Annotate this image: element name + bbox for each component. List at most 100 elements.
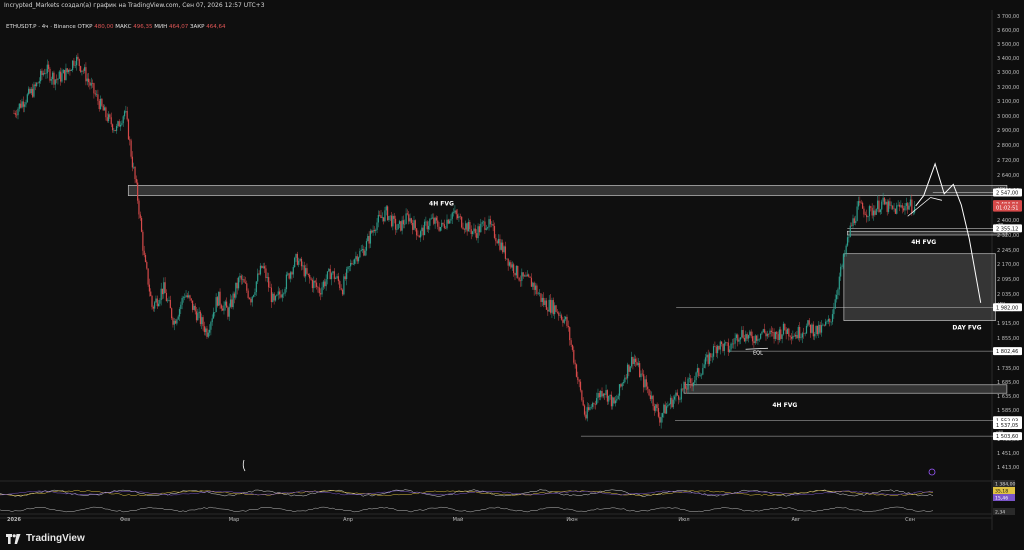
fvg-zone-label: 4H FVG	[911, 239, 936, 246]
candle-body	[30, 88, 32, 94]
candle-body	[562, 319, 564, 323]
candle-body	[77, 56, 79, 60]
candle-body	[300, 258, 303, 267]
candle-body	[359, 251, 361, 258]
candle-body	[463, 229, 465, 230]
candle-body	[913, 206, 916, 213]
candle-body	[194, 305, 196, 312]
candle-body	[738, 339, 740, 342]
candle-body	[197, 313, 199, 321]
fvg-zone[interactable]	[843, 253, 996, 321]
candle-body	[521, 272, 523, 281]
indicator-badge-label: 1 384,00	[995, 482, 1016, 488]
candle-body	[890, 205, 892, 207]
candle-body	[773, 332, 775, 339]
candle-body	[240, 275, 242, 280]
candle-body	[296, 253, 298, 265]
candle-body	[137, 182, 139, 201]
candle-body	[778, 329, 781, 340]
candle-body	[376, 222, 378, 230]
candle-body	[236, 282, 238, 289]
candle-body	[762, 329, 764, 333]
candle-body	[511, 264, 513, 268]
candle-body	[758, 338, 760, 340]
candle-body	[284, 289, 286, 294]
candle-body	[406, 213, 408, 215]
candle-body	[172, 318, 174, 325]
candle-body	[555, 305, 557, 312]
candle-body	[242, 279, 244, 280]
candle-body	[785, 329, 787, 334]
candle-body	[586, 407, 588, 419]
candle-body	[737, 334, 739, 342]
candle-body	[892, 205, 894, 209]
candle-body	[390, 215, 393, 227]
candle-body	[298, 260, 300, 265]
candle-body	[78, 59, 80, 67]
candle-body	[710, 353, 712, 358]
candle-body	[477, 226, 479, 239]
candle-body	[878, 200, 880, 213]
candle-body	[849, 225, 851, 237]
candle-body	[820, 325, 823, 333]
candle-body	[105, 107, 107, 118]
open-value: 480,00	[94, 24, 114, 30]
candle-body	[198, 311, 200, 314]
candle-body	[799, 327, 801, 339]
candle-body	[235, 282, 237, 298]
candle-body	[445, 227, 447, 229]
candle-body	[573, 349, 575, 363]
candle-body	[299, 258, 301, 261]
candle-body	[616, 399, 618, 401]
candle-body	[469, 221, 471, 230]
candle-body	[326, 271, 329, 280]
candle-body	[429, 219, 431, 226]
candle-body	[114, 129, 116, 131]
price-tick-label: 2 800,00	[997, 143, 1019, 149]
candle-body	[704, 357, 707, 365]
price-chart[interactable]: 3 700,00 3 600,00 3 500,00 3 400,00 3 300,00…	[0, 10, 1024, 530]
chart-frame[interactable]: 3 700,00 3 600,00 3 500,00 3 400,00 3 300,00…	[0, 10, 1024, 530]
candle-body	[193, 305, 195, 310]
candle-body	[231, 299, 233, 308]
candle-body	[712, 346, 715, 357]
candle-body	[731, 343, 733, 345]
candle-body	[253, 295, 255, 297]
candle-body	[637, 363, 639, 366]
candle-body	[853, 218, 855, 224]
candle-body	[719, 341, 721, 350]
symbol-name[interactable]: ETHUSDT.P · 4ч · Binance	[6, 24, 76, 30]
candle-body	[441, 222, 443, 227]
candle-body	[97, 94, 99, 101]
candle-body	[379, 214, 381, 216]
candle-body	[110, 117, 112, 125]
candle-body	[294, 257, 296, 268]
candle-body	[22, 101, 24, 107]
candle-body	[48, 64, 50, 69]
candle-body	[246, 283, 248, 291]
price-axis-badge-label: 1 802,46	[996, 349, 1018, 355]
candle-body	[430, 218, 432, 220]
candle-body	[625, 377, 627, 379]
fvg-zone[interactable]	[846, 230, 1008, 236]
candle-body	[834, 299, 836, 309]
fvg-zone[interactable]	[683, 384, 1008, 394]
candle-body	[746, 334, 748, 339]
candle-body	[718, 345, 720, 350]
candle-body	[651, 395, 653, 400]
candle-body	[656, 404, 658, 409]
candle-body	[216, 297, 219, 306]
candle-body	[632, 356, 634, 365]
fvg-zone[interactable]	[127, 185, 1008, 196]
candle-body	[173, 320, 175, 325]
candle-body	[497, 238, 500, 244]
tradingview-logo[interactable]: TradingView	[6, 533, 85, 544]
candle-body	[874, 210, 876, 215]
candle-body	[243, 279, 245, 283]
candle-body	[314, 280, 316, 283]
candle-body	[774, 331, 776, 339]
candle-body	[514, 273, 516, 276]
candle-body	[544, 300, 546, 305]
candle-body	[177, 316, 179, 320]
candle-body	[277, 291, 279, 295]
